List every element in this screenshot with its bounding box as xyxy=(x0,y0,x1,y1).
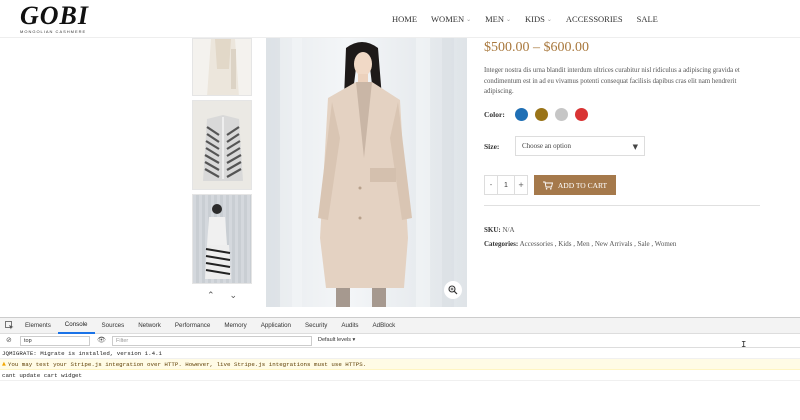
color-label: Color: xyxy=(484,110,505,119)
chevron-down-icon: ⌄ xyxy=(506,16,512,23)
filter-placeholder: Filter xyxy=(116,337,129,344)
console-message: cant update cart widget xyxy=(0,370,800,381)
chevron-down-icon[interactable]: ⌄ xyxy=(229,291,237,301)
console-text: You may test your Stripe.js integration … xyxy=(7,360,367,368)
devtools-tabs: Elements Console Sources Network Perform… xyxy=(0,318,800,334)
product-price: $500.00 – $600.00 xyxy=(484,40,589,55)
console-toolbar: ⊘ top 👁 Filter Default levels ▾ xyxy=(0,334,800,348)
warning-icon: ▲ xyxy=(2,361,6,367)
nav-label: MEN xyxy=(485,14,505,24)
magnify-icon xyxy=(448,285,458,295)
site-logo[interactable]: GOBI MONGOLIAN CASHMERE xyxy=(20,1,90,35)
devtools-tab-application[interactable]: Application xyxy=(254,318,298,334)
logo-tagline: MONGOLIAN CASHMERE xyxy=(20,29,87,34)
quantity-decrease-button[interactable]: - xyxy=(485,176,497,194)
sku-value: N/A xyxy=(502,226,515,234)
nav-label: HOME xyxy=(392,14,418,24)
site-header: GOBI MONGOLIAN CASHMERE HOME WOMEN ⌄ MEN ⌄… xyxy=(0,0,800,38)
nav-item-home[interactable]: HOME xyxy=(392,14,417,24)
size-select-value: Choose an option xyxy=(522,142,571,150)
nav-item-kids[interactable]: KIDS ⌄ xyxy=(525,14,552,24)
size-select[interactable]: Choose an option ▼ xyxy=(515,136,645,156)
product-thumbnail-3[interactable] xyxy=(192,194,252,284)
nav-item-women[interactable]: WOMEN ⌄ xyxy=(431,14,471,24)
console-filter-input[interactable]: Filter xyxy=(112,335,312,346)
console-message: JQMIGRATE: Migrate is installed, version… xyxy=(0,348,800,359)
nav-item-accessories[interactable]: ACCESSORIES xyxy=(566,14,623,24)
devtools-tab-performance[interactable]: Performance xyxy=(168,318,217,334)
nav-label: KIDS xyxy=(525,14,545,24)
cart-icon xyxy=(542,181,553,190)
add-to-cart-label: ADD TO CART xyxy=(557,180,608,190)
product-thumbnail-1[interactable] xyxy=(192,38,252,96)
caret-down-icon: ▼ xyxy=(632,143,638,151)
console-warning: ▲ You may test your Stripe.js integratio… xyxy=(0,359,800,370)
color-swatch-gray[interactable] xyxy=(555,108,568,121)
eye-icon[interactable]: 👁 xyxy=(97,336,106,344)
devtools-tab-audits[interactable]: Audits xyxy=(334,318,365,334)
categories-links[interactable]: Accessories , Kids , Men , New Arrivals … xyxy=(520,240,677,248)
devtools-panel: Elements Console Sources Network Perform… xyxy=(0,317,800,420)
context-select[interactable]: top xyxy=(20,335,90,346)
product-categories: Categories: Accessories , Kids , Men , N… xyxy=(484,240,676,248)
size-label: Size: xyxy=(484,142,500,151)
console-text: cant update cart widget xyxy=(2,371,83,379)
product-sku: SKU: N/A xyxy=(484,226,515,234)
inspect-icon[interactable] xyxy=(0,321,18,330)
devtools-tab-security[interactable]: Security xyxy=(298,318,334,334)
quantity-input[interactable]: 1 xyxy=(497,176,515,194)
zoom-button[interactable] xyxy=(444,281,462,299)
devtools-tab-sources[interactable]: Sources xyxy=(95,318,132,334)
divider xyxy=(484,205,760,206)
nav-item-sale[interactable]: SALE xyxy=(637,14,658,24)
thumbnail-image xyxy=(193,195,251,283)
thumbnail-image xyxy=(193,101,251,189)
logo-wordmark: GOBI xyxy=(20,1,90,30)
clear-console-icon[interactable]: ⊘ xyxy=(6,336,12,344)
devtools-tab-network[interactable]: Network xyxy=(131,318,168,334)
chevron-down-icon: ⌄ xyxy=(466,16,472,23)
add-to-cart-button[interactable]: ADD TO CART xyxy=(534,175,616,195)
thumbnail-nav: ⌃ ⌄ xyxy=(192,289,252,303)
product-main-image[interactable] xyxy=(266,38,467,307)
nav-label: SALE xyxy=(636,14,658,24)
devtools-tab-elements[interactable]: Elements xyxy=(18,318,58,334)
sku-label: SKU: xyxy=(484,226,501,234)
devtools-tab-console[interactable]: Console xyxy=(57,318,95,334)
devtools-tab-adblock[interactable]: AdBlock xyxy=(366,318,403,334)
chevron-down-icon: ⌄ xyxy=(546,16,552,23)
categories-label: Categories: xyxy=(484,240,519,248)
chevron-up-icon[interactable]: ⌃ xyxy=(207,291,215,301)
model-photo xyxy=(266,38,454,307)
text-cursor-icon: I xyxy=(741,340,747,350)
console-text: JQMIGRATE: Migrate is installed, version… xyxy=(2,349,163,357)
devtools-tab-memory[interactable]: Memory xyxy=(217,318,253,334)
log-levels-select[interactable]: Default levels ▾ xyxy=(318,337,355,343)
color-swatch-blue[interactable] xyxy=(515,108,528,121)
nav-item-men[interactable]: MEN ⌄ xyxy=(485,14,511,24)
nav-label: ACCESSORIES xyxy=(565,14,623,24)
product-thumbnail-2[interactable] xyxy=(192,100,252,190)
nav-label: WOMEN xyxy=(431,14,465,24)
color-swatch-red[interactable] xyxy=(575,108,588,121)
quantity-increase-button[interactable]: + xyxy=(515,176,527,194)
quantity-stepper: - 1 + xyxy=(484,175,528,195)
context-value: top xyxy=(24,337,32,344)
thumbnail-image xyxy=(193,39,251,95)
main-nav: HOME WOMEN ⌄ MEN ⌄ KIDS ⌄ ACCESSORIES SALE xyxy=(392,14,672,24)
color-swatch-brown[interactable] xyxy=(535,108,548,121)
product-description: Integer nostra dis urna blandit interdum… xyxy=(484,67,740,95)
